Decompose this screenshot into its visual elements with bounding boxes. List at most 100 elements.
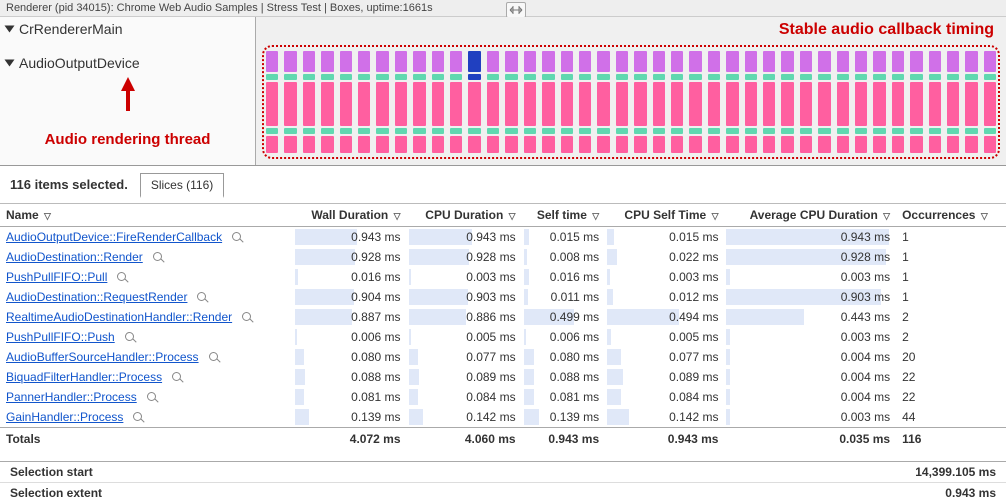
callback-slice[interactable] — [284, 51, 296, 153]
slice-name-link[interactable]: AudioBufferSourceHandler::Process — [6, 350, 199, 364]
col-name[interactable]: Name ▽ — [0, 204, 293, 227]
cell-name: BiquadFilterHandler::Process — [0, 367, 293, 387]
callback-slice[interactable] — [837, 51, 849, 153]
callback-slice[interactable] — [542, 51, 554, 153]
slice-name-link[interactable]: GainHandler::Process — [6, 410, 123, 424]
callback-slice[interactable] — [505, 51, 517, 153]
resize-horizontal-button[interactable] — [506, 2, 526, 18]
callback-slice[interactable] — [671, 51, 683, 153]
window-title-bar: Renderer (pid 34015): Chrome Web Audio S… — [0, 0, 1006, 17]
thread-row-audio[interactable]: AudioOutputDevice — [0, 41, 255, 75]
callback-slice[interactable] — [487, 51, 499, 153]
magnify-icon[interactable] — [133, 412, 145, 424]
col-avgcpu[interactable]: Average CPU Duration ▽ — [724, 204, 896, 227]
callback-slice[interactable] — [965, 51, 977, 153]
cell-value: 0.022 ms — [605, 247, 724, 267]
callback-slice[interactable] — [561, 51, 573, 153]
cell-value: 0.139 ms — [522, 407, 606, 428]
slice-name-link[interactable]: PushPullFIFO::Pull — [6, 270, 107, 284]
callback-slice[interactable] — [689, 51, 701, 153]
slice-name-link[interactable]: PushPullFIFO::Push — [6, 330, 115, 344]
timeline-track[interactable]: Stable audio callback timing — [256, 17, 1006, 165]
table-row[interactable]: AudioDestination::RequestRender0.904 ms0… — [0, 287, 1006, 307]
table-row[interactable]: AudioOutputDevice::FireRenderCallback 0.9… — [0, 227, 1006, 248]
table-row[interactable]: AudioBufferSourceHandler::Process0.080 m… — [0, 347, 1006, 367]
callback-slice[interactable] — [781, 51, 793, 153]
expand-icon[interactable] — [5, 26, 15, 33]
callback-slice[interactable] — [984, 51, 996, 153]
table-row[interactable]: RealtimeAudioDestinationHandler::Render 0… — [0, 307, 1006, 327]
slice-name-link[interactable]: AudioDestination::RequestRender — [6, 290, 187, 304]
callback-slice[interactable] — [303, 51, 315, 153]
callback-slice[interactable] — [726, 51, 738, 153]
table-row[interactable]: PannerHandler::Process0.081 ms0.084 ms0.… — [0, 387, 1006, 407]
magnify-icon[interactable] — [125, 332, 137, 344]
callback-slice[interactable] — [432, 51, 444, 153]
tab-slices[interactable]: Slices (116) — [140, 173, 224, 198]
callback-slice[interactable] — [266, 51, 278, 153]
slice-name-link[interactable]: PannerHandler::Process — [6, 390, 137, 404]
callback-slice[interactable] — [800, 51, 812, 153]
callback-slice[interactable] — [745, 51, 757, 153]
callback-slice[interactable] — [947, 51, 959, 153]
callback-slice[interactable] — [395, 51, 407, 153]
callback-slice[interactable] — [358, 51, 370, 153]
callback-slice[interactable] — [597, 51, 609, 153]
totals-row: Totals4.072 ms4.060 ms0.943 ms0.943 ms0.… — [0, 428, 1006, 450]
cell-value: 0.016 ms — [522, 267, 606, 287]
slice-name-link[interactable]: BiquadFilterHandler::Process — [6, 370, 162, 384]
table-row[interactable]: GainHandler::Process0.139 ms0.142 ms0.13… — [0, 407, 1006, 428]
thread-row-main[interactable]: CrRendererMain — [0, 17, 255, 41]
col-wall[interactable]: Wall Duration ▽ — [293, 204, 407, 227]
callback-slice[interactable] — [634, 51, 646, 153]
callback-slice[interactable] — [468, 51, 480, 153]
magnify-icon[interactable] — [147, 392, 159, 404]
col-cpuself[interactable]: CPU Self Time ▽ — [605, 204, 724, 227]
callback-slice[interactable] — [376, 51, 388, 153]
cell-value: 0.494 ms — [605, 307, 724, 327]
col-self[interactable]: Self time ▽ — [522, 204, 606, 227]
callback-slice[interactable] — [524, 51, 536, 153]
callback-slice[interactable] — [579, 51, 591, 153]
col-cpu[interactable]: CPU Duration ▽ — [407, 204, 522, 227]
callback-slice[interactable] — [873, 51, 885, 153]
magnify-icon[interactable] — [209, 352, 221, 364]
callback-slice[interactable] — [321, 51, 333, 153]
magnify-icon[interactable] — [242, 312, 254, 324]
cell-occurrences: 44 — [896, 407, 1006, 428]
magnify-icon[interactable] — [117, 272, 129, 284]
slice-name-link[interactable]: AudioOutputDevice::FireRenderCallback — [6, 230, 222, 244]
selection-extent-value: 0.943 ms — [945, 486, 996, 500]
callback-slice[interactable] — [892, 51, 904, 153]
cell-value: 0.943 ms — [293, 227, 407, 248]
expand-icon[interactable] — [5, 60, 15, 67]
magnify-icon[interactable] — [197, 292, 209, 304]
col-occ[interactable]: Occurrences ▽ — [896, 204, 1006, 227]
cell-occurrences: 20 — [896, 347, 1006, 367]
slice-name-link[interactable]: RealtimeAudioDestinationHandler::Render — [6, 310, 232, 324]
table-row[interactable]: PushPullFIFO::Pull0.016 ms0.003 ms0.016 … — [0, 267, 1006, 287]
callback-slice[interactable] — [340, 51, 352, 153]
cell-value: 0.077 ms — [605, 347, 724, 367]
magnify-icon[interactable] — [172, 372, 184, 384]
callback-slice[interactable] — [616, 51, 628, 153]
callback-slice[interactable] — [708, 51, 720, 153]
table-row[interactable]: BiquadFilterHandler::Process0.088 ms0.08… — [0, 367, 1006, 387]
cell-occurrences: 2 — [896, 327, 1006, 347]
callback-slice[interactable] — [929, 51, 941, 153]
callback-slice[interactable] — [763, 51, 775, 153]
callback-slice[interactable] — [653, 51, 665, 153]
callback-slice[interactable] — [450, 51, 462, 153]
callback-slice[interactable] — [818, 51, 830, 153]
cell-value: 0.084 ms — [407, 387, 522, 407]
table-row[interactable]: PushPullFIFO::Push0.006 ms0.005 ms0.006 … — [0, 327, 1006, 347]
magnify-icon[interactable] — [232, 232, 244, 244]
callback-slice[interactable] — [910, 51, 922, 153]
cell-value: 0.089 ms — [407, 367, 522, 387]
cell-occurrences: 1 — [896, 247, 1006, 267]
callback-slice[interactable] — [413, 51, 425, 153]
callback-slice[interactable] — [855, 51, 867, 153]
magnify-icon[interactable] — [153, 252, 165, 264]
slice-name-link[interactable]: AudioDestination::Render — [6, 250, 143, 264]
table-row[interactable]: AudioDestination::Render0.928 ms0.928 ms… — [0, 247, 1006, 267]
